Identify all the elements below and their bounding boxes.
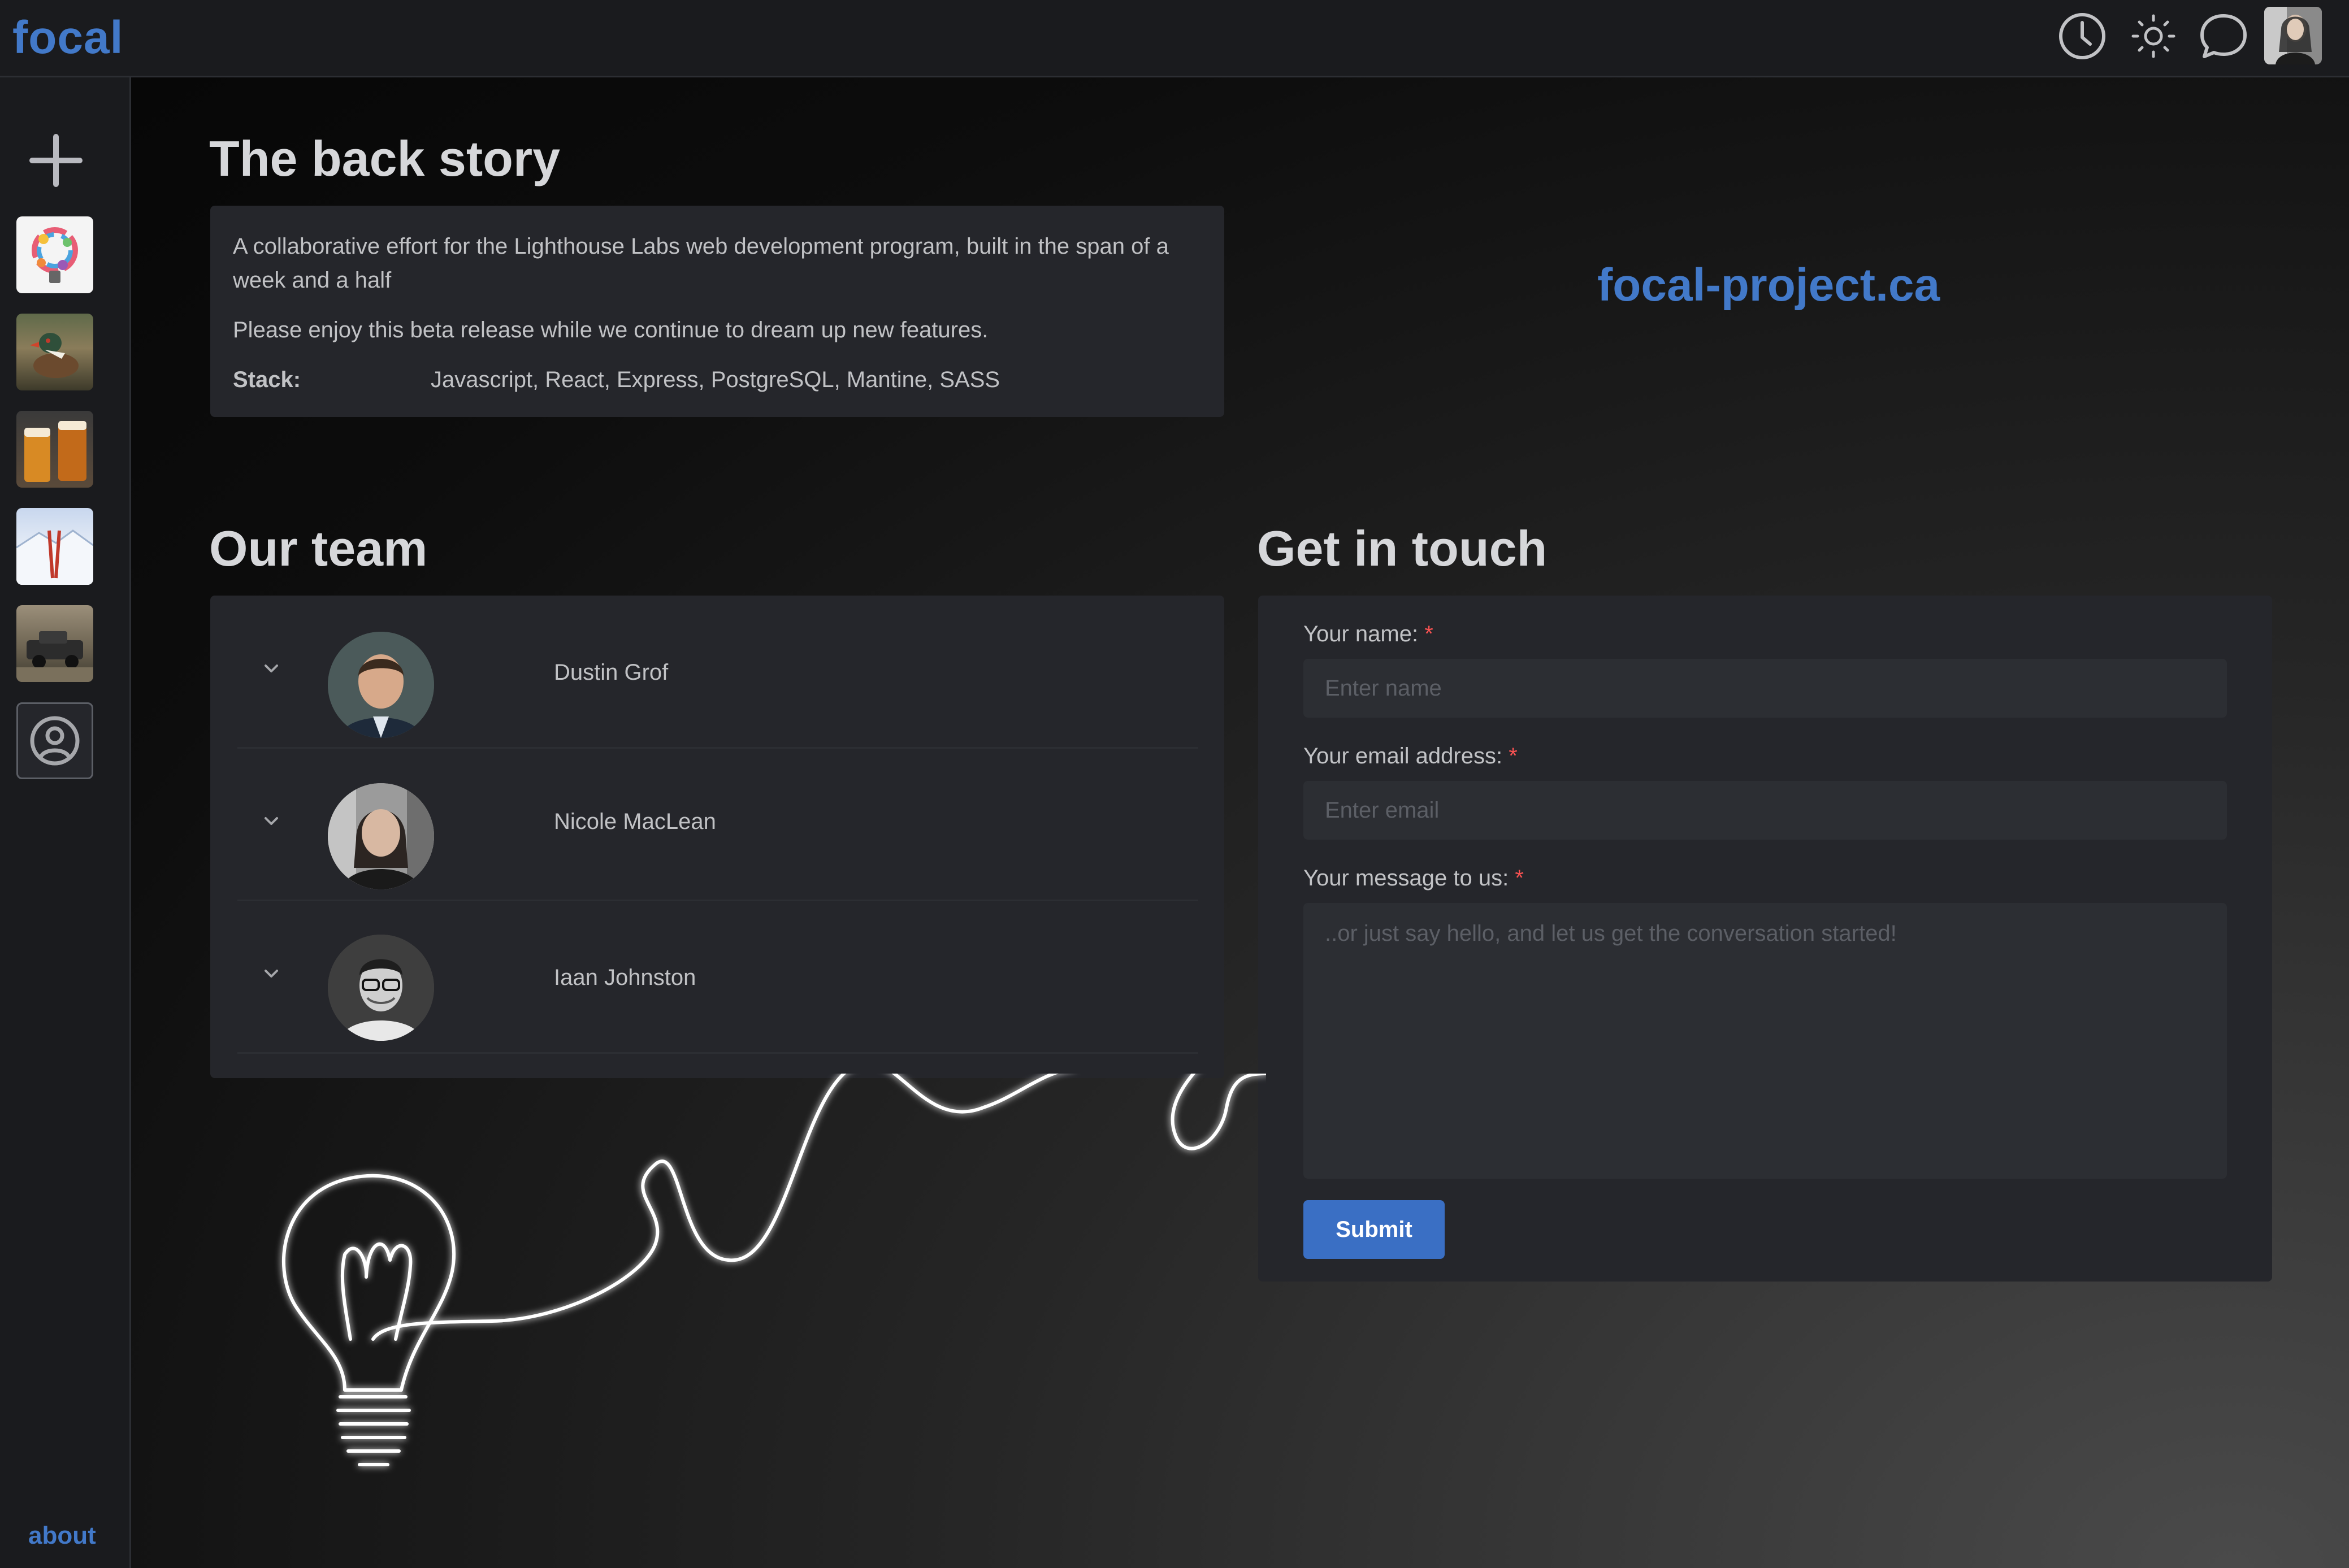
site-link[interactable]: focal-project.ca bbox=[1597, 259, 1940, 312]
member-name: Nicole MacLean bbox=[554, 809, 716, 834]
backstory-card: A collaborative effort for the Lighthous… bbox=[210, 206, 1224, 417]
member-name: Iaan Johnston bbox=[554, 965, 696, 990]
app-logo[interactable]: focal bbox=[12, 11, 123, 64]
message-textarea[interactable] bbox=[1303, 903, 2227, 1179]
duck-album[interactable] bbox=[16, 314, 93, 390]
user-circle-icon[interactable] bbox=[16, 702, 93, 779]
lightbulb-illustration bbox=[281, 1074, 1266, 1466]
member-name: Dustin Grof bbox=[554, 660, 669, 685]
backstory-heading: The back story bbox=[209, 131, 561, 186]
backstory-paragraph-2: Please enjoy this beta release while we … bbox=[233, 318, 989, 342]
user-avatar[interactable] bbox=[2264, 7, 2322, 64]
team-member-item[interactable]: Nicole MacLean bbox=[237, 748, 1198, 901]
submit-button[interactable]: Submit bbox=[1303, 1200, 1445, 1259]
member-photo bbox=[328, 935, 434, 1041]
team-accordion: Dustin Grof Nicole MacLean Iaan Johnston bbox=[210, 596, 1224, 1078]
required-mark: * bbox=[1515, 866, 1524, 891]
beer-album[interactable] bbox=[16, 411, 93, 488]
stack-row: Stack: Javascript, React, Express, Postg… bbox=[233, 363, 1202, 397]
message-label: Your message to us: * bbox=[1303, 866, 1524, 891]
required-mark: * bbox=[1424, 622, 1433, 646]
chevron-down-icon[interactable] bbox=[260, 658, 283, 680]
colorful-lightbulb-album[interactable] bbox=[16, 216, 93, 293]
stack-label: Stack: bbox=[233, 367, 301, 392]
team-member-item[interactable]: Dustin Grof bbox=[237, 596, 1198, 749]
sun-icon[interactable] bbox=[2125, 8, 2182, 64]
about-link[interactable]: about bbox=[28, 1522, 96, 1550]
plus-icon[interactable] bbox=[25, 129, 87, 192]
top-header: focal bbox=[0, 0, 2349, 77]
chevron-down-icon[interactable] bbox=[260, 963, 283, 985]
team-heading: Our team bbox=[209, 520, 428, 576]
member-photo bbox=[328, 783, 434, 889]
chat-bubble-icon[interactable] bbox=[2195, 8, 2252, 64]
clock-icon[interactable] bbox=[2054, 8, 2110, 64]
backstory-paragraph-1: A collaborative effort for the Lighthous… bbox=[233, 234, 1169, 293]
email-label: Your email address: * bbox=[1303, 744, 1518, 768]
stack-value: Javascript, React, Express, PostgreSQL, … bbox=[431, 367, 1000, 392]
required-mark: * bbox=[1509, 744, 1518, 768]
contact-form: Your name: * Your email address: * Your … bbox=[1258, 596, 2272, 1282]
contact-heading: Get in touch bbox=[1257, 520, 1548, 576]
chevron-down-icon[interactable] bbox=[260, 810, 283, 833]
member-photo bbox=[328, 632, 434, 738]
sidebar: about bbox=[0, 77, 131, 1568]
ski-album[interactable] bbox=[16, 508, 93, 585]
email-input[interactable] bbox=[1303, 781, 2227, 840]
truck-album[interactable] bbox=[16, 605, 93, 682]
team-member-item[interactable]: Iaan Johnston bbox=[237, 901, 1198, 1054]
name-input[interactable] bbox=[1303, 659, 2227, 718]
name-label: Your name: * bbox=[1303, 622, 1433, 646]
